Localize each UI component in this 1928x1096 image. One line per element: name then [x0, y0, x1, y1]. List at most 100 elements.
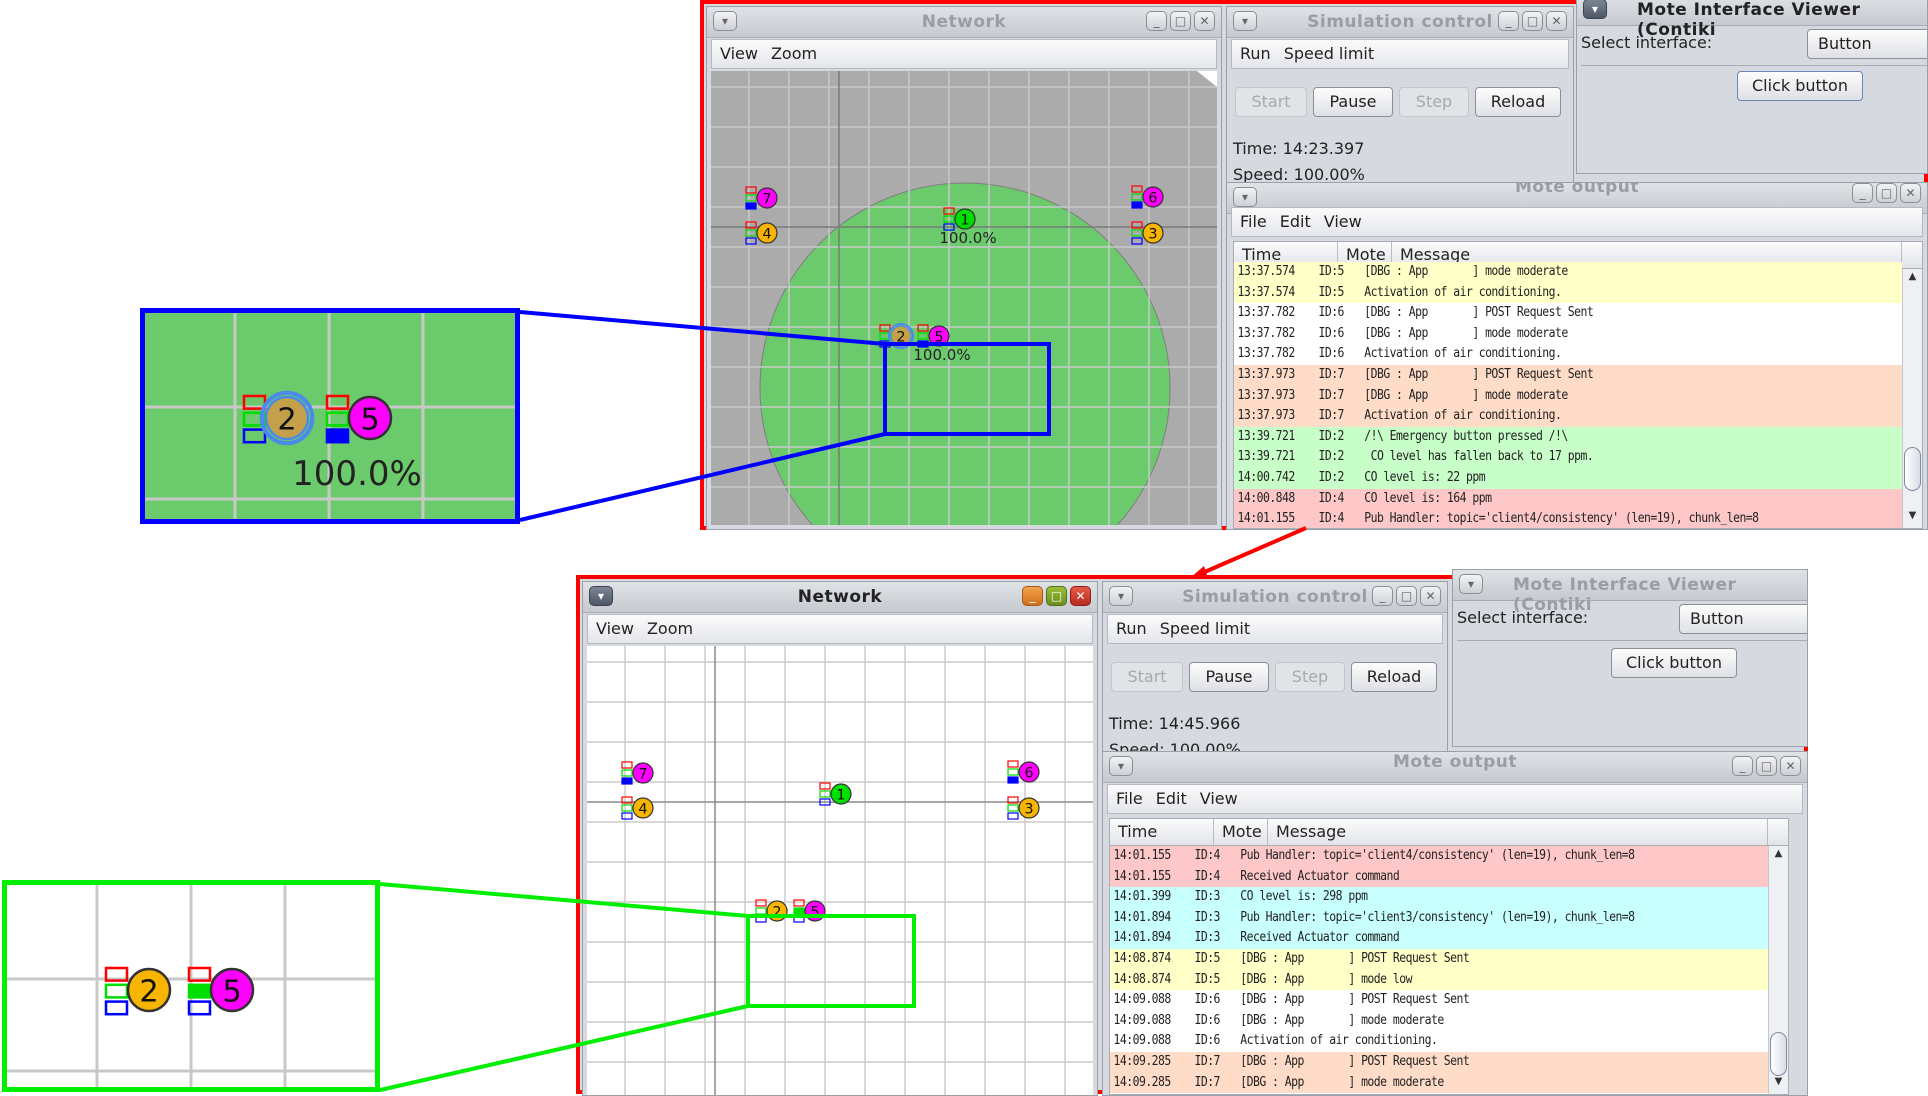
maximize-icon[interactable]: □ — [1170, 11, 1191, 31]
pause-button[interactable]: Pause — [1313, 87, 1393, 117]
log-row[interactable]: 13:37.973 ID:7 [DBG : App ] mode moderate — [1234, 385, 1902, 407]
column-message[interactable]: Message — [1268, 819, 1768, 845]
mote-3[interactable]: 3 — [1007, 796, 1040, 820]
menu-view[interactable]: View — [712, 40, 763, 63]
log-row[interactable]: 14:00.742 ID:2 CO level is: 22 ppm — [1234, 467, 1902, 489]
column-time[interactable]: Time — [1110, 819, 1214, 845]
log-row[interactable]: 14:08.874 ID:5 [DBG : App ] mode low — [1110, 969, 1768, 991]
minimize-icon[interactable]: _ — [1498, 11, 1519, 31]
top-network-titlebar[interactable]: ▾ Network _ □ ✕ — [707, 7, 1221, 38]
scroll-up-icon[interactable]: ▲ — [1769, 848, 1788, 864]
menu-view[interactable]: View — [588, 615, 639, 638]
log-row[interactable]: 13:37.574 ID:5 Activation of air condition… — [1234, 282, 1902, 304]
window-menu-icon[interactable]: ▾ — [1583, 0, 1607, 19]
log-row[interactable]: 14:09.285 ID:7 [DBG : App ] mode moderate — [1110, 1072, 1768, 1094]
log-row[interactable]: 14:01.894 ID:3 Received Actuator command — [1110, 928, 1768, 949]
menu-edit[interactable]: Edit — [1148, 785, 1192, 808]
mote-2[interactable]: 2 — [242, 390, 315, 446]
scroll-down-icon[interactable]: ▼ — [1903, 510, 1922, 526]
log-row[interactable]: 14:01.155 ID:4 Pub Handler: topic='client4… — [1234, 509, 1902, 528]
click-button[interactable]: Click button — [1611, 648, 1737, 678]
minimize-icon[interactable]: _ — [1852, 183, 1873, 203]
bottom-network-titlebar[interactable]: ▾ Network _ □ ✕ — [583, 582, 1097, 613]
interface-select[interactable]: Button — [1679, 604, 1807, 634]
mote-5[interactable]: 5 — [187, 966, 255, 1016]
menu-file[interactable]: File — [1232, 208, 1272, 231]
log-row[interactable]: 14:01.894 ID:3 Pub Handler: topic='client3… — [1110, 907, 1768, 929]
minimize-icon[interactable]: _ — [1022, 586, 1043, 606]
log-row[interactable]: 14:01.155 ID:4 Pub Handler: topic='client4… — [1110, 846, 1768, 867]
scroll-thumb[interactable] — [1770, 1032, 1787, 1076]
mote-6[interactable]: 6 — [1007, 760, 1040, 784]
start-button[interactable]: Start — [1111, 662, 1183, 692]
reload-button[interactable]: Reload — [1475, 87, 1561, 117]
minimize-icon[interactable]: _ — [1732, 756, 1753, 776]
network-canvas[interactable]: 1 2 3 4 5 6 7 — [587, 646, 1093, 1095]
vertical-scrollbar[interactable]: ▲ ▼ — [1768, 846, 1788, 1094]
menu-view[interactable]: View — [1316, 208, 1367, 231]
network-canvas[interactable]: 1 100.0% 2 3 4 5 100.0% 6 7 — [711, 71, 1217, 525]
maximize-icon[interactable]: □ — [1396, 586, 1417, 606]
mote-4[interactable]: 4 — [745, 221, 778, 245]
maximize-icon[interactable]: □ — [1876, 183, 1897, 203]
maximize-icon[interactable]: □ — [1046, 586, 1067, 606]
log-row[interactable]: 13:39.721 ID:2 /!\ Emergency button presse… — [1234, 426, 1902, 448]
click-button[interactable]: Click button — [1737, 71, 1863, 101]
close-icon[interactable]: ✕ — [1420, 586, 1441, 606]
log-row[interactable]: 14:09.088 ID:6 [DBG : App ] POST Request S… — [1110, 990, 1768, 1011]
log-row[interactable]: 13:37.973 ID:7 Activation of air condition… — [1234, 406, 1902, 427]
scroll-thumb[interactable] — [1904, 447, 1921, 491]
log-row[interactable]: 14:08.874 ID:5 [DBG : App ] POST Request S… — [1110, 948, 1768, 970]
log-row[interactable]: 14:09.285 ID:7 [DBG : App ] POST Request S… — [1110, 1051, 1768, 1073]
step-button[interactable]: Step — [1399, 87, 1469, 117]
close-icon[interactable]: ✕ — [1194, 11, 1215, 31]
mote-6[interactable]: 6 — [1131, 185, 1164, 209]
menu-edit[interactable]: Edit — [1272, 208, 1316, 231]
minimize-icon[interactable]: _ — [1372, 586, 1393, 606]
menu-speed-limit[interactable]: Speed limit — [1276, 40, 1379, 63]
sim-control-titlebar[interactable]: ▾ Simulation control _ □ ✕ — [1103, 582, 1447, 613]
mote-5[interactable]: 5 — [325, 394, 393, 444]
log-row[interactable]: 14:09.088 ID:6 [DBG : App ] mode moderate — [1110, 1010, 1768, 1032]
log-row[interactable]: 14:01.399 ID:3 CO level is: 298 ppm — [1110, 887, 1768, 908]
log-row[interactable]: 13:37.973 ID:7 [DBG : App ] POST Request S… — [1234, 364, 1902, 386]
log-row[interactable]: 13:37.574 ID:5 [DBG : App ] mode moderate — [1234, 262, 1902, 283]
mote-4[interactable]: 4 — [621, 796, 654, 820]
log-row[interactable]: 13:39.721 ID:2 CO level has fallen back t… — [1234, 447, 1902, 468]
maximize-icon[interactable]: □ — [1756, 756, 1777, 776]
minimize-icon[interactable]: _ — [1146, 11, 1167, 31]
log-row[interactable]: 14:01.155 ID:4 Received Actuator command — [1110, 866, 1768, 888]
mote-7[interactable]: 7 — [745, 186, 778, 210]
log-row[interactable]: 13:37.782 ID:6 Activation of air condition… — [1234, 344, 1902, 365]
menu-view[interactable]: View — [1192, 785, 1243, 808]
log-row[interactable]: 14:09.088 ID:6 Activation of air condition… — [1110, 1031, 1768, 1052]
close-icon[interactable]: ✕ — [1070, 586, 1091, 606]
window-menu-icon[interactable]: ▾ — [1459, 574, 1483, 594]
menu-file[interactable]: File — [1108, 785, 1148, 808]
interface-select[interactable]: Button — [1807, 29, 1927, 59]
mote-2[interactable]: 2 — [104, 966, 172, 1016]
menu-run[interactable]: Run — [1232, 40, 1276, 63]
maximize-icon[interactable]: □ — [1522, 11, 1543, 31]
mote-output-titlebar[interactable]: ▾ Mote output _ □ ✕ — [1103, 752, 1807, 783]
reload-button[interactable]: Reload — [1351, 662, 1437, 692]
step-button[interactable]: Step — [1275, 662, 1345, 692]
menu-speed-limit[interactable]: Speed limit — [1152, 615, 1255, 638]
mote-2[interactable]: 2 — [755, 899, 788, 923]
pause-button[interactable]: Pause — [1189, 662, 1269, 692]
vertical-scrollbar[interactable]: ▲ ▼ — [1902, 269, 1922, 528]
close-icon[interactable]: ✕ — [1900, 183, 1921, 203]
mote-3[interactable]: 3 — [1131, 221, 1164, 245]
log-row[interactable]: 13:37.782 ID:6 [DBG : App ] POST Request S… — [1234, 303, 1902, 324]
column-mote[interactable]: Mote — [1214, 819, 1268, 845]
interface-viewer-titlebar[interactable]: ▾ Mote Interface Viewer (Contiki — [1453, 570, 1807, 615]
close-icon[interactable]: ✕ — [1780, 756, 1801, 776]
mote-7[interactable]: 7 — [621, 761, 654, 785]
log-row[interactable]: 13:37.782 ID:6 [DBG : App ] mode moderate — [1234, 323, 1902, 345]
mote-5[interactable]: 5 — [793, 899, 826, 923]
interface-viewer-titlebar[interactable]: ▾ Mote Interface Viewer (Contiki — [1577, 0, 1927, 40]
close-icon[interactable]: ✕ — [1546, 11, 1567, 31]
menu-zoom[interactable]: Zoom — [639, 615, 698, 638]
menu-run[interactable]: Run — [1108, 615, 1152, 638]
scroll-down-icon[interactable]: ▼ — [1769, 1076, 1788, 1092]
